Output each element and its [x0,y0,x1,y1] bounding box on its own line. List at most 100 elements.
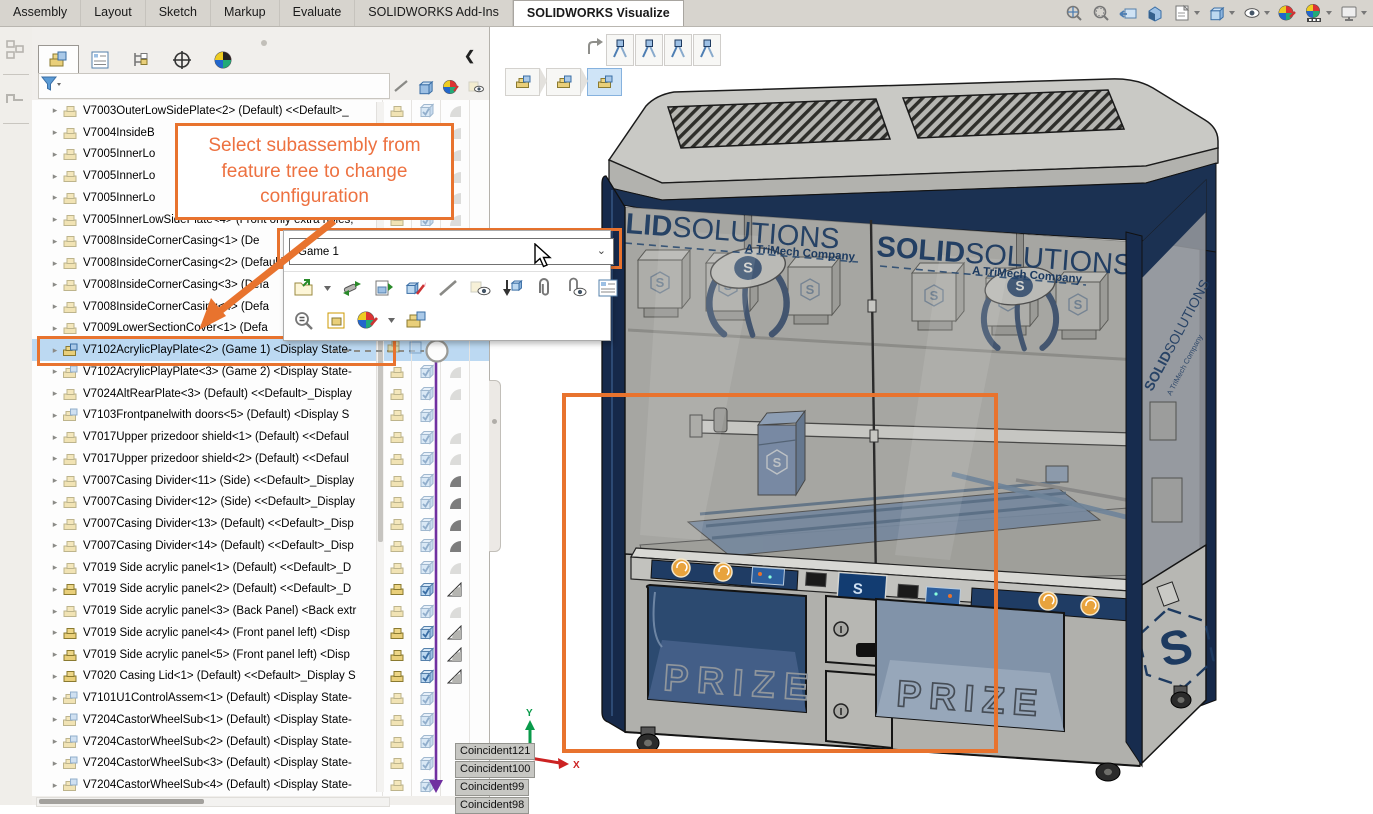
display-pane-transparency-cell[interactable] [469,579,489,601]
display-pane-transparency-cell[interactable] [469,383,489,405]
display-pane-displaymode-cell[interactable] [411,557,440,579]
sketch-profile-icon[interactable] [4,87,28,115]
display-pane-displaymode-cell[interactable] [411,492,440,514]
display-pane-displaymode-cell[interactable] [411,426,440,448]
tree-item[interactable]: ▸V7007Casing Divider<11> (Side) <<Defaul… [32,470,489,492]
menu-tab-evaluate[interactable]: Evaluate [280,0,356,26]
menu-tab-sketch[interactable]: Sketch [146,0,211,26]
display-pane-part-cell[interactable] [382,666,411,688]
expand-arrow-icon[interactable]: ▸ [48,410,62,421]
tree-item[interactable]: ▸V7019 Side acrylic panel<3> (Back Panel… [32,600,489,622]
display-pane-part-cell[interactable] [382,426,411,448]
display-pane-transparency-cell[interactable] [469,513,489,535]
insert-components-icon[interactable] [500,277,524,299]
display-pane-displaymode-cell[interactable] [411,731,440,753]
display-pane-displaymode-cell[interactable] [411,644,440,666]
display-pane-transparency-cell[interactable] [469,144,489,166]
display-pane-transparency-cell[interactable] [469,448,489,470]
tree-item[interactable]: ▸V7019 Side acrylic panel<4> (Front pane… [32,622,489,644]
expand-arrow-icon[interactable]: ▸ [48,780,62,791]
hide-component-icon[interactable] [436,277,460,299]
display-pane-transparency-cell[interactable] [469,600,489,622]
expand-arrow-icon[interactable]: ▸ [48,258,62,269]
expand-arrow-icon[interactable]: ▸ [48,453,62,464]
tree-item[interactable]: ▸V7102AcrylicPlayPlate<3> (Game 2) <Disp… [32,361,489,383]
breadcrumb-component[interactable] [587,68,622,96]
breadcrumb-subassembly[interactable] [546,68,581,96]
zoom-to-fit-icon[interactable] [1064,3,1084,23]
tree-item[interactable]: ▸V7007Casing Divider<12> (Side) <<Defaul… [32,492,489,514]
display-pane-transparency-cell[interactable] [469,339,489,361]
menu-tab-assembly[interactable]: Assembly [0,0,81,26]
expand-arrow-icon[interactable]: ▸ [48,366,62,377]
display-pane-part-cell[interactable] [382,600,411,622]
expand-arrow-icon[interactable]: ▸ [48,627,62,638]
display-pane-appearance-cell[interactable] [440,600,469,622]
expand-arrow-icon[interactable]: ▸ [48,236,62,247]
display-pane-displaymode-cell[interactable] [411,513,440,535]
mates-icon[interactable] [532,277,556,299]
display-pane-displaymode-cell[interactable] [411,753,440,775]
tree-item[interactable]: ▸V7204CastorWheelSub<4> (Default) <Displ… [32,774,489,796]
previous-view-icon[interactable] [1118,3,1138,23]
display-pane-transparency-cell[interactable] [469,557,489,579]
display-pane-displaymode-cell[interactable] [411,361,440,383]
tree-item[interactable]: ▸V7019 Side acrylic panel<5> (Front pane… [32,644,489,666]
smart-mate-2-icon[interactable] [635,34,663,66]
dimxpertmanager-tab[interactable] [161,45,202,74]
display-pane-transparency-cell[interactable] [469,165,489,187]
view-settings-icon[interactable] [1339,3,1367,23]
display-pane-appearance-cell[interactable] [440,666,469,688]
display-pane-part-cell[interactable] [382,339,411,361]
display-pane-part-cell[interactable] [382,100,411,122]
display-pane-transparency-cell[interactable] [469,687,489,709]
display-pane-part-cell[interactable] [382,731,411,753]
display-pane-appearance-cell[interactable] [440,100,469,122]
configuration-dropdown[interactable]: Game 1 ⌄ [289,238,614,265]
view-mates-icon[interactable] [564,277,588,299]
display-pane-appearance-cell[interactable] [440,339,469,361]
appearance-column-icon[interactable] [438,73,463,99]
expand-arrow-icon[interactable]: ▸ [48,584,62,595]
display-pane-appearance-cell[interactable] [440,535,469,557]
tree-item[interactable]: ▸V7017Upper prizedoor shield<1> (Default… [32,426,489,448]
tree-item[interactable]: ▸V7024AltRearPlate<3> (Default) <<Defaul… [32,383,489,405]
display-pane-part-cell[interactable] [382,361,411,383]
make-independent-icon[interactable] [340,277,364,299]
menu-tab-solidworks-visualize[interactable]: SOLIDWORKS Visualize [513,0,684,26]
expand-arrow-icon[interactable]: ▸ [48,758,62,769]
tree-item[interactable]: ▸V7101U1ControlAssem<1> (Default) <Displ… [32,687,489,709]
expand-arrow-icon[interactable]: ▸ [48,736,62,747]
expand-arrow-icon[interactable]: ▸ [48,693,62,704]
display-pane-displaymode-cell[interactable] [411,470,440,492]
zoom-to-selection-icon[interactable] [292,309,316,331]
display-pane-part-cell[interactable] [382,709,411,731]
expand-arrow-icon[interactable]: ▸ [48,714,62,725]
view-orientation-icon[interactable] [1207,3,1235,23]
display-pane-displaymode-cell[interactable] [411,622,440,644]
display-pane-part-cell[interactable] [382,448,411,470]
display-pane-part-cell[interactable] [382,405,411,427]
display-pane-displaymode-cell[interactable] [411,579,440,601]
display-pane-displaymode-cell[interactable] [411,774,440,796]
edit-part-icon[interactable] [404,277,428,299]
expand-arrow-icon[interactable]: ▸ [48,301,62,312]
propertymanager-tab[interactable] [79,45,120,74]
edit-appearance-icon[interactable] [1277,3,1297,23]
zoom-to-area-icon[interactable] [1091,3,1111,23]
menu-tab-layout[interactable]: Layout [81,0,146,26]
display-pane-part-cell[interactable] [382,470,411,492]
smart-mate-1-icon[interactable] [606,34,634,66]
expand-arrow-icon[interactable]: ▸ [48,388,62,399]
expand-arrow-icon[interactable]: ▸ [48,562,62,573]
assembly-structure-icon[interactable] [4,38,28,66]
display-pane-displaymode-cell[interactable] [411,339,440,361]
tree-item[interactable]: ▸V7019 Side acrylic panel<2> (Default) <… [32,579,489,601]
expand-arrow-icon[interactable]: ▸ [48,323,62,334]
display-pane-appearance-cell[interactable] [440,448,469,470]
replace-components-icon[interactable] [372,277,396,299]
display-pane-transparency-cell[interactable] [469,361,489,383]
smart-mate-4-icon[interactable] [693,34,721,66]
display-pane-part-cell[interactable] [382,557,411,579]
displaymanager-tab[interactable] [202,45,243,74]
